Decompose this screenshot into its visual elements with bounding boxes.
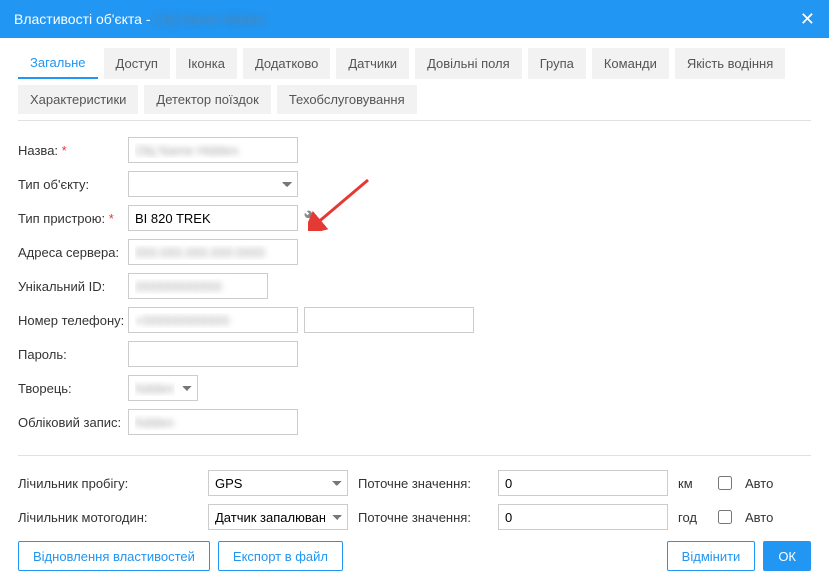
restore-properties-button[interactable]: Відновлення властивостей	[18, 541, 210, 571]
engine-auto-label: Авто	[745, 510, 773, 525]
mileage-auto-label: Авто	[745, 476, 773, 491]
tab-icon[interactable]: Іконка	[176, 48, 237, 79]
object-type-select[interactable]	[128, 171, 298, 197]
dialog-title-object-name: Obj Name Hidden	[154, 11, 265, 27]
label-mileage-current: Поточне значення:	[358, 476, 488, 491]
dialog-title: Властивості об'єкта - Obj Name Hidden	[14, 11, 266, 27]
close-icon[interactable]: ✕	[800, 10, 815, 28]
tab-maintenance[interactable]: Техобслуговування	[277, 85, 417, 114]
label-phone: Номер телефону:	[18, 313, 128, 328]
dialog-footer: Відновлення властивостей Експорт в файл …	[0, 531, 829, 587]
tab-drive-quality[interactable]: Якість водіння	[675, 48, 785, 79]
tabs-bar: Загальне Доступ Іконка Додатково Датчики…	[18, 48, 811, 121]
divider	[18, 455, 811, 456]
tab-trip-detector[interactable]: Детектор поїздок	[144, 85, 270, 114]
name-input[interactable]	[128, 137, 298, 163]
mileage-unit: км	[678, 476, 704, 491]
label-device-type: Тип пристрою:	[18, 211, 128, 226]
mileage-auto-checkbox[interactable]	[718, 476, 732, 490]
password-input[interactable]	[128, 341, 298, 367]
label-server-address: Адреса сервера:	[18, 245, 128, 260]
tab-custom-fields[interactable]: Довільні поля	[415, 48, 522, 79]
dialog-header: Властивості об'єкта - Obj Name Hidden ✕	[0, 0, 829, 38]
label-engine-current: Поточне значення:	[358, 510, 488, 525]
unique-id-input[interactable]	[128, 273, 268, 299]
object-properties-dialog: Властивості об'єкта - Obj Name Hidden ✕ …	[0, 0, 829, 587]
cancel-button[interactable]: Відмінити	[667, 541, 756, 571]
wrench-icon[interactable]	[304, 210, 318, 227]
general-form: Назва: Тип об'єкту: Тип пристрою: Адреса…	[18, 137, 811, 531]
server-address-input[interactable]	[128, 239, 298, 265]
tab-sensors[interactable]: Датчики	[336, 48, 409, 79]
mileage-value-input[interactable]	[498, 470, 668, 496]
engine-auto-checkbox[interactable]	[718, 510, 732, 524]
phone2-input[interactable]	[304, 307, 474, 333]
tab-group[interactable]: Група	[528, 48, 586, 79]
export-to-file-button[interactable]: Експорт в файл	[218, 541, 343, 571]
ok-button[interactable]: ОК	[763, 541, 811, 571]
mileage-source-select[interactable]: GPS	[208, 470, 348, 496]
engine-source-select[interactable]: Датчик запалювання	[208, 504, 348, 530]
engine-unit: год	[678, 510, 704, 525]
label-name: Назва:	[18, 143, 128, 158]
tab-advanced[interactable]: Додатково	[243, 48, 330, 79]
label-creator: Творець:	[18, 381, 128, 396]
label-account: Обліковий запис:	[18, 415, 128, 430]
tab-profile[interactable]: Характеристики	[18, 85, 138, 114]
label-password: Пароль:	[18, 347, 128, 362]
tab-access[interactable]: Доступ	[104, 48, 170, 79]
phone-input[interactable]	[128, 307, 298, 333]
engine-value-input[interactable]	[498, 504, 668, 530]
tab-commands[interactable]: Команди	[592, 48, 669, 79]
label-engine-counter: Лічильник мотогодин:	[18, 510, 198, 525]
label-mileage-counter: Лічильник пробігу:	[18, 476, 198, 491]
label-unique-id: Унікальний ID:	[18, 279, 128, 294]
tab-general[interactable]: Загальне	[18, 48, 98, 79]
account-input[interactable]	[128, 409, 298, 435]
dialog-body: Загальне Доступ Іконка Додатково Датчики…	[0, 38, 829, 531]
label-object-type: Тип об'єкту:	[18, 177, 128, 192]
creator-select[interactable]: hidden	[128, 375, 198, 401]
device-type-input[interactable]	[128, 205, 298, 231]
